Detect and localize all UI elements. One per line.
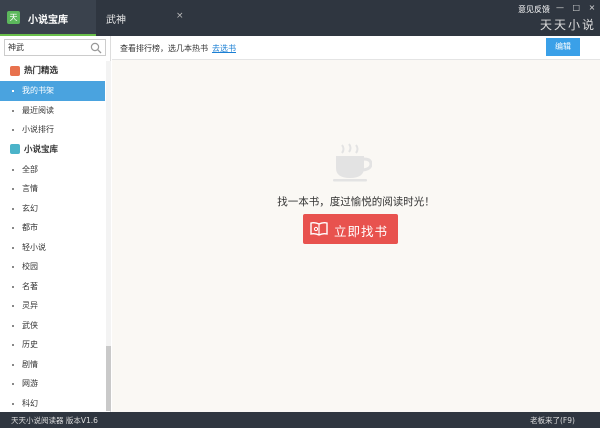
library-icon [10, 144, 20, 154]
coffee-cup-icon [333, 143, 372, 182]
sidebar-item-martial-arts[interactable]: 武侠 [0, 316, 105, 336]
toolbar-hint: 查看排行榜，选几本热书 去选书 [120, 43, 236, 54]
boss-key-button[interactable]: 老板来了(F9) [530, 415, 575, 426]
tab-novel-library-label: 小说宝库 [28, 15, 68, 26]
sidebar-item-romance[interactable]: 言情 [0, 179, 105, 199]
window-controls[interactable]: — □ × [556, 3, 598, 12]
flame-icon [10, 65, 20, 76]
sidebar-item-my-bookshelf[interactable]: 我的书架 [0, 81, 105, 101]
bookshelf-area: 找一本书，度过愉悦的阅读时光！ 立即找书 [112, 60, 600, 412]
section-hot-picks-label: 热门精选 [24, 66, 59, 76]
sidebar-item-supernatural[interactable]: 灵异 [0, 296, 105, 316]
find-books-label: 立即找书 [334, 224, 389, 239]
sidebar-item-fantasy[interactable]: 玄幻 [0, 199, 105, 219]
empty-bookshelf-message: 找一本书，度过愉悦的阅读时光！ [277, 196, 435, 208]
section-novel-library-label: 小说宝库 [24, 144, 59, 155]
choose-books-link[interactable]: 去选书 [212, 44, 236, 53]
sidebar-item-drama[interactable]: 剧情 [0, 355, 105, 375]
title-bar: 天 小说宝库 武神 × 意见反馈 — □ × 天天小说 [0, 0, 600, 36]
edit-button[interactable]: 编辑 [546, 38, 580, 56]
tab-close-icon[interactable]: × [176, 11, 184, 21]
toolbar-hint-text: 查看排行榜，选几本热书 [120, 44, 208, 53]
sidebar-item-light-novel[interactable]: 轻小说 [0, 238, 105, 258]
main-toolbar: 查看排行榜，选几本热书 去选书 编辑 [112, 36, 600, 60]
feedback-link[interactable]: 意见反馈 [518, 4, 550, 15]
sidebar-item-classics[interactable]: 名著 [0, 277, 105, 297]
tab-novel-library[interactable]: 天 小说宝库 [0, 0, 96, 36]
sidebar-item-campus[interactable]: 校园 [0, 257, 105, 277]
sidebar-scroll-thumb[interactable] [106, 346, 111, 411]
tab-wushen[interactable]: 武神 × [96, 0, 188, 36]
sidebar: 热门精选 我的书架 最近阅读 小说排行 小说宝库 全部 言情 玄幻 都市 轻小说… [0, 36, 111, 412]
sidebar-item-recent-reading[interactable]: 最近阅读 [0, 101, 105, 121]
search-icon[interactable] [90, 42, 102, 54]
sidebar-nav: 热门精选 我的书架 最近阅读 小说排行 小说宝库 全部 言情 玄幻 都市 轻小说… [0, 61, 105, 413]
sidebar-item-urban[interactable]: 都市 [0, 218, 105, 238]
sidebar-scrollbar[interactable] [106, 61, 111, 411]
tab-wushen-label: 武神 [106, 15, 126, 26]
app-logo-icon: 天 [7, 11, 20, 24]
section-novel-library: 小说宝库 [0, 140, 105, 160]
sidebar-item-novel-rankings[interactable]: 小说排行 [0, 120, 105, 140]
sidebar-item-history[interactable]: 历史 [0, 335, 105, 355]
sidebar-item-all[interactable]: 全部 [0, 160, 105, 180]
app-version: 天天小说阅读器 版本V1.6 [11, 416, 98, 425]
sidebar-item-online-game[interactable]: 网游 [0, 374, 105, 394]
brand-logo: 天天小说 [540, 18, 597, 32]
section-hot-picks: 热门精选 [0, 61, 105, 81]
search-input[interactable] [8, 41, 88, 54]
sidebar-item-sci-fi[interactable]: 科幻 [0, 394, 105, 414]
search-box [4, 39, 106, 56]
open-book-icon [310, 221, 328, 236]
status-bar: 天天小说阅读器 版本V1.6 老板来了(F9) [0, 412, 600, 428]
find-books-button[interactable]: 立即找书 [303, 214, 398, 244]
